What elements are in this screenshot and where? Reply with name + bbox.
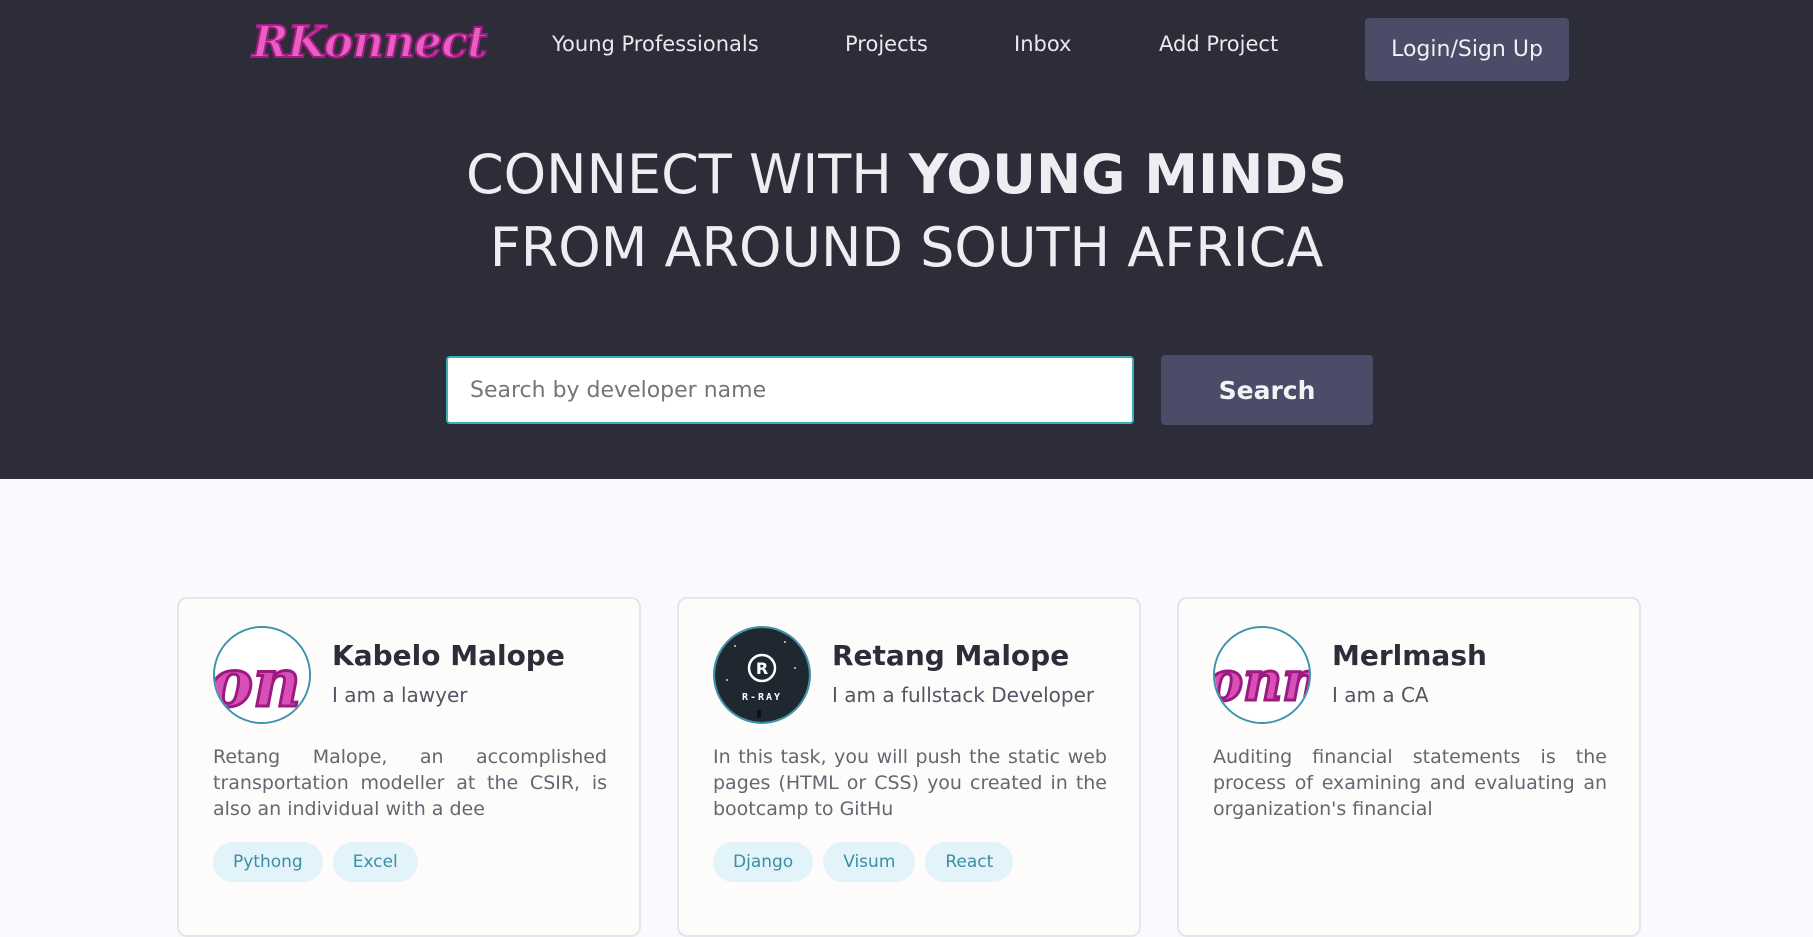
- nav-inbox[interactable]: Inbox: [1014, 32, 1071, 56]
- profile-card[interactable]: onn Merlmash I am a CA Auditing financia…: [1177, 597, 1641, 937]
- profile-name[interactable]: Kabelo Malope: [332, 639, 565, 672]
- avatar-image: onn: [1215, 628, 1309, 722]
- headline-bold: YOUNG MINDS: [909, 143, 1348, 206]
- avatar-text: onn: [1215, 649, 1309, 713]
- profile-name[interactable]: Retang Malope: [832, 639, 1069, 672]
- skill-tags: Django Visum React: [713, 842, 1014, 882]
- profile-role: I am a fullstack Developer: [832, 683, 1095, 707]
- skill-tag[interactable]: Excel: [332, 842, 418, 882]
- logo-text: RKonnect: [251, 16, 488, 69]
- profile-description: Retang Malope, an accomplished transport…: [213, 746, 607, 820]
- search-input[interactable]: [446, 356, 1134, 424]
- avatar-text: on: [215, 644, 301, 722]
- hero-headline: CONNECT WITH YOUNG MINDS FROM AROUND SOU…: [0, 138, 1813, 284]
- avatar-text: R-RAY: [742, 692, 782, 703]
- avatar-image: on: [215, 628, 309, 722]
- nav-add-project[interactable]: Add Project: [1159, 32, 1278, 56]
- avatar: R R-RAY: [713, 626, 811, 724]
- profile-role: I am a lawyer: [332, 683, 468, 707]
- hero-section: RKonnect Young Professionals Projects In…: [0, 0, 1813, 479]
- login-signup-button[interactable]: Login/Sign Up: [1365, 18, 1569, 81]
- profile-card[interactable]: R R-RAY Retang Malope I am a fullstack D…: [677, 597, 1141, 937]
- avatar-image: R R-RAY: [715, 628, 809, 722]
- skill-tag[interactable]: Django: [713, 842, 814, 882]
- search-button[interactable]: Search: [1161, 355, 1373, 425]
- headline-line2: FROM AROUND SOUTH AFRICA: [489, 216, 1324, 279]
- nav-projects[interactable]: Projects: [845, 32, 928, 56]
- profile-name[interactable]: Merlmash: [1332, 639, 1487, 672]
- avatar: on: [213, 626, 311, 724]
- skill-tag[interactable]: Pythong: [213, 842, 323, 882]
- profile-description: Auditing financial statements is the pro…: [1213, 746, 1607, 820]
- profile-role: I am a CA: [1332, 683, 1429, 707]
- headline-light: CONNECT WITH: [465, 143, 910, 206]
- skill-tag[interactable]: React: [925, 842, 1014, 882]
- nav-young-professionals[interactable]: Young Professionals: [552, 32, 759, 56]
- logo[interactable]: RKonnect: [251, 14, 488, 72]
- svg-text:R: R: [756, 659, 768, 678]
- profile-card[interactable]: on Kabelo Malope I am a lawyer Retang Ma…: [177, 597, 641, 937]
- avatar: onn: [1213, 626, 1311, 724]
- profile-description: In this task, you will push the static w…: [713, 746, 1107, 820]
- skill-tags: Pythong Excel: [213, 842, 418, 882]
- skill-tag[interactable]: Visum: [823, 842, 916, 882]
